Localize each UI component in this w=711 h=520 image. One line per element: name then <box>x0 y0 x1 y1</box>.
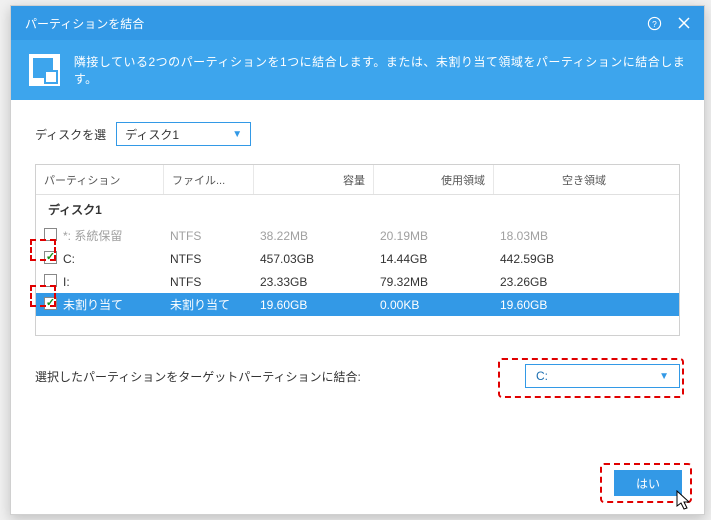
row-cap: 38.22MB <box>260 229 380 243</box>
header-band: 隣接している2つのパーティションを1つに結合します。または、未割り当て領域をパー… <box>11 40 704 100</box>
row-name: C: <box>63 252 75 266</box>
row-fs: NTFS <box>170 229 260 243</box>
col-header-used[interactable]: 使用領域 <box>374 165 494 194</box>
target-select[interactable]: C: ▼ <box>525 364 680 388</box>
table-row[interactable]: 未割り当て未割り当て19.60GB0.00KB19.60GB <box>36 293 679 316</box>
row-cap: 19.60GB <box>260 298 380 312</box>
row-cap: 457.03GB <box>260 252 380 266</box>
help-icon[interactable]: ? <box>646 15 662 31</box>
col-header-fs[interactable]: ファイル... <box>164 165 254 194</box>
col-header-name[interactable]: パーティション <box>36 165 164 194</box>
row-used: 0.00KB <box>380 298 500 312</box>
target-select-value: C: <box>536 369 548 383</box>
row-cap: 23.33GB <box>260 275 380 289</box>
svg-text:?: ? <box>652 18 657 28</box>
close-icon[interactable] <box>676 15 692 31</box>
window-title: パーティションを結合 <box>25 15 144 32</box>
row-free: 19.60GB <box>500 298 620 312</box>
row-fs: NTFS <box>170 275 260 289</box>
row-checkbox[interactable] <box>44 251 57 264</box>
merge-icon <box>29 54 60 86</box>
row-checkbox[interactable] <box>44 297 57 310</box>
titlebar: パーティションを結合 ? <box>11 6 704 40</box>
group-header: ディスク1 <box>36 195 679 224</box>
caret-down-icon: ▼ <box>232 129 242 140</box>
target-label: 選択したパーティションをターゲットパーティションに結合: <box>35 368 361 385</box>
row-used: 20.19MB <box>380 229 500 243</box>
ok-button[interactable]: はい <box>614 470 682 496</box>
row-fs: NTFS <box>170 252 260 266</box>
row-free: 18.03MB <box>500 229 620 243</box>
partition-table: パーティション ファイル... 容量 使用領域 空き領域 ディスク1*: 系統保… <box>35 164 680 336</box>
col-header-cap[interactable]: 容量 <box>254 165 374 194</box>
row-fs: 未割り当て <box>170 296 260 313</box>
row-free: 442.59GB <box>500 252 620 266</box>
row-checkbox[interactable] <box>44 274 57 287</box>
row-checkbox[interactable] <box>44 228 57 241</box>
row-used: 79.32MB <box>380 275 500 289</box>
disk-select[interactable]: ディスク1 ▼ <box>116 122 251 146</box>
row-name: *: 系統保留 <box>63 227 122 244</box>
row-name: I: <box>63 275 70 289</box>
header-description: 隣接している2つのパーティションを1つに結合します。または、未割り当て領域をパー… <box>74 53 686 87</box>
table-row[interactable]: I: NTFS23.33GB79.32MB23.26GB <box>36 270 679 293</box>
row-name: 未割り当て <box>63 296 123 313</box>
row-used: 14.44GB <box>380 252 500 266</box>
disk-select-value: ディスク1 <box>125 126 179 143</box>
caret-down-icon: ▼ <box>659 371 669 382</box>
table-row[interactable]: *: 系統保留 NTFS38.22MB20.19MB18.03MB <box>36 224 679 247</box>
table-row[interactable]: C: NTFS457.03GB14.44GB442.59GB <box>36 247 679 270</box>
disk-select-label: ディスクを選 <box>35 126 106 143</box>
col-header-free[interactable]: 空き領域 <box>494 165 614 194</box>
row-free: 23.26GB <box>500 275 620 289</box>
